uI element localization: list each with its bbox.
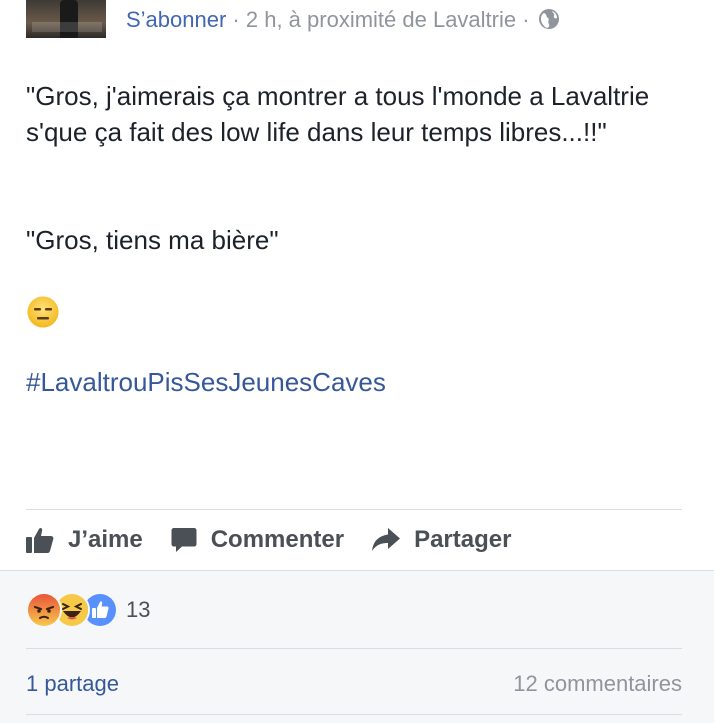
- shares-link[interactable]: 1 partage: [26, 670, 119, 698]
- post-text: "Gros, j'aimerais ça montrer a tous l'mo…: [26, 78, 696, 150]
- like-label: J’aime: [68, 526, 143, 553]
- divider: [26, 648, 682, 649]
- post-paragraph-2: "Gros, tiens ma bière": [26, 225, 279, 255]
- divider: [26, 509, 682, 510]
- share-button[interactable]: Partager: [372, 526, 511, 554]
- post-meta: S’abonner · 2 h, à proximité de Lavaltri…: [126, 6, 560, 34]
- follow-button[interactable]: S’abonner: [126, 7, 226, 32]
- share-arrow-icon: [372, 528, 401, 551]
- comment-label: Commenter: [210, 526, 345, 553]
- expressionless-face-emoji: [27, 296, 59, 328]
- comment-bubble-icon: [171, 528, 197, 552]
- divider: [26, 714, 682, 715]
- reactions-summary[interactable]: 13: [26, 592, 150, 628]
- comments-link[interactable]: 12 commentaires: [513, 670, 682, 698]
- comment-button[interactable]: Commenter: [171, 526, 344, 554]
- angry-reaction-icon: [26, 592, 62, 628]
- avatar-figure: [60, 0, 78, 38]
- like-button[interactable]: J’aime: [26, 526, 143, 554]
- share-label: Partager: [414, 526, 512, 553]
- thumbs-up-icon: [26, 527, 54, 553]
- post-paragraph-1: "Gros, j'aimerais ça montrer a tous l'mo…: [26, 81, 650, 147]
- avatar-highlight: [32, 22, 102, 32]
- reaction-count: 13: [126, 597, 151, 622]
- hashtag-link[interactable]: #LavaltrouPisSesJeunesCaves: [26, 364, 386, 400]
- avatar[interactable]: [26, 0, 106, 38]
- post-card: S’abonner · 2 h, à proximité de Lavaltri…: [0, 0, 714, 570]
- post-meta-text: · 2 h, à proximité de Lavaltrie ·: [226, 7, 536, 32]
- globe-icon[interactable]: [538, 8, 560, 30]
- action-bar: J’aime Commenter Partager: [26, 520, 539, 560]
